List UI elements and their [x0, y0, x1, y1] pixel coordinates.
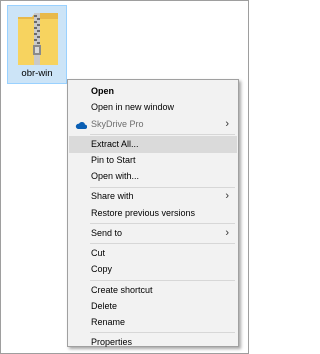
- chevron-right-icon: ›: [225, 190, 229, 203]
- menu-item-cut[interactable]: Cut: [69, 245, 237, 262]
- menu-item-send-to[interactable]: Send to ›: [69, 225, 237, 242]
- menu-item-extract-all[interactable]: Extract All...: [69, 135, 237, 153]
- cloud-icon: [75, 121, 87, 129]
- menu-separator: [90, 332, 235, 334]
- menu-item-delete[interactable]: Delete: [69, 298, 237, 315]
- menu-separator: [90, 133, 235, 135]
- menu-item-share-with[interactable]: Share with ›: [69, 188, 237, 205]
- menu-separator: [90, 223, 235, 225]
- menu-item-skydrive-pro[interactable]: SkyDrive Pro ›: [69, 116, 237, 133]
- menu-item-open-with[interactable]: Open with...: [69, 168, 237, 185]
- zip-folder-icon: [18, 13, 58, 65]
- file-name-label: obr-win: [21, 68, 53, 79]
- menu-item-create-shortcut[interactable]: Create shortcut: [69, 282, 237, 299]
- context-menu: Open Open in new window SkyDrive Pro › E…: [67, 79, 239, 347]
- menu-item-open[interactable]: Open: [69, 83, 237, 100]
- menu-item-label: Send to: [91, 227, 123, 238]
- menu-item-label: SkyDrive Pro: [91, 118, 144, 129]
- menu-item-rename[interactable]: Rename: [69, 314, 237, 331]
- menu-separator: [90, 186, 235, 188]
- menu-item-label: Share with: [91, 191, 134, 202]
- chevron-right-icon: ›: [225, 226, 229, 239]
- menu-item-pin-to-start[interactable]: Pin to Start: [69, 152, 237, 169]
- menu-item-restore-previous-versions[interactable]: Restore previous versions: [69, 205, 237, 222]
- menu-separator: [90, 243, 235, 245]
- chevron-right-icon: ›: [225, 117, 229, 130]
- menu-item-properties[interactable]: Properties: [69, 334, 237, 351]
- menu-item-open-in-new-window[interactable]: Open in new window: [69, 99, 237, 116]
- menu-item-copy[interactable]: Copy: [69, 261, 237, 278]
- menu-separator: [90, 279, 235, 281]
- zip-folder-item[interactable]: obr-win: [7, 5, 67, 84]
